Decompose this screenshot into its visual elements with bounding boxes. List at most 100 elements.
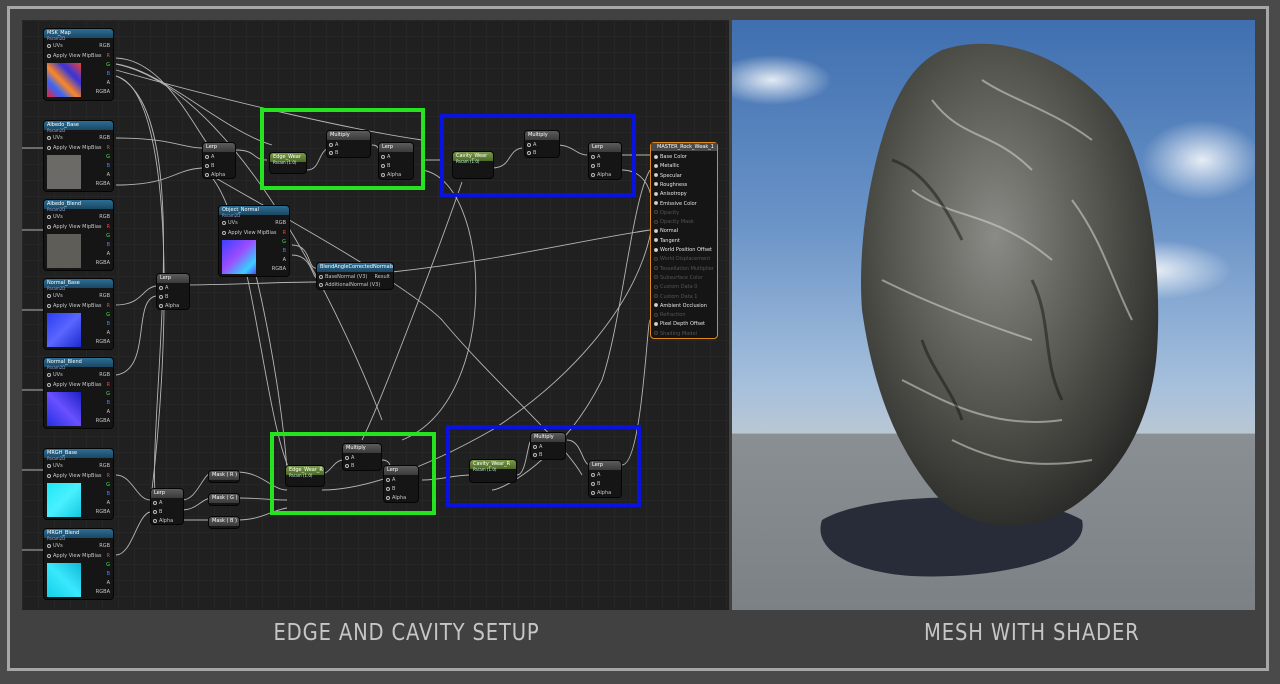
lerp-node-top-edge[interactable]: Lerp A B Alpha [378, 142, 414, 180]
material-output-node[interactable]: MASTER_Rock_Weak_1 Base Color Metallic Spe… [650, 142, 718, 339]
b-input[interactable]: B [205, 163, 214, 169]
a-pin[interactable]: A [107, 330, 110, 336]
b-input[interactable]: B [386, 486, 395, 492]
b-input[interactable]: B [153, 509, 162, 515]
mipbias-pin[interactable]: Apply View MipBias [47, 303, 102, 309]
material-input-pin[interactable]: Base Color [654, 154, 687, 160]
b-input[interactable]: B [527, 150, 536, 156]
a-pin[interactable]: A [107, 251, 110, 257]
a-pin[interactable]: A [107, 172, 110, 178]
material-input-pin[interactable]: Custom Data 0 [654, 284, 697, 290]
multiply-node-top-cavity[interactable]: Multiply A B [524, 130, 560, 158]
uvs-pin[interactable]: UVs [47, 43, 63, 49]
cavity-wear-r-param[interactable]: Cavity_Wear_R Param (1.0) [469, 459, 517, 483]
material-input-pin[interactable]: Opacity Mask [654, 219, 694, 225]
a-pin[interactable]: A [107, 500, 110, 506]
material-input-pin[interactable]: Tessellation Multiplier [654, 266, 714, 272]
mask-r-node[interactable]: Mask ( R ) [208, 470, 240, 483]
rgb-pin[interactable]: RGB [275, 220, 286, 226]
mipbias-pin[interactable]: Apply View MipBias [47, 553, 102, 559]
alpha-input[interactable]: Alpha [205, 172, 225, 178]
alpha-input[interactable]: Alpha [591, 490, 611, 496]
uvs-pin[interactable]: UVs [47, 543, 63, 549]
g-pin[interactable]: G [106, 233, 110, 239]
material-input-pin[interactable]: Metallic [654, 163, 679, 169]
b-input[interactable]: B [533, 452, 542, 458]
material-node-graph[interactable]: MSK_Map Param2D UVs Apply View MipBias R… [22, 20, 729, 610]
rgba-pin[interactable]: RGBA [96, 89, 110, 95]
mipbias-pin[interactable]: Apply View MipBias [47, 224, 102, 230]
lerp-node-albedo[interactable]: Lerp A B Alpha [202, 142, 236, 179]
mesh-preview-viewport[interactable] [732, 20, 1255, 610]
texture-node-normal-blend[interactable]: Normal_Blend Param2D UVs Apply View MipB… [43, 357, 114, 429]
g-pin[interactable]: G [106, 562, 110, 568]
rgb-pin[interactable]: RGB [99, 293, 110, 299]
texture-node-msk-map[interactable]: MSK_Map Param2D UVs Apply View MipBias R… [43, 28, 114, 101]
mask-g-node[interactable]: Mask ( G ) [208, 493, 240, 506]
g-pin[interactable]: G [106, 154, 110, 160]
b-pin[interactable]: B [107, 400, 110, 406]
mipbias-pin[interactable]: Apply View MipBias [47, 145, 102, 151]
g-pin[interactable]: G [106, 312, 110, 318]
b-input[interactable]: B [159, 294, 168, 300]
material-input-pin[interactable]: Roughness [654, 182, 687, 188]
r-pin[interactable]: R [107, 224, 110, 230]
a-input[interactable]: A [381, 154, 390, 160]
a-pin[interactable]: A [107, 80, 110, 86]
g-pin[interactable]: G [282, 239, 286, 245]
mipbias-pin[interactable]: Apply View MipBias [222, 230, 277, 236]
rgb-pin[interactable]: RGB [99, 463, 110, 469]
a-input[interactable]: A [386, 477, 395, 483]
texture-node-mrgh-blend[interactable]: MRGH_Blend Param2D UVs Apply View MipBia… [43, 528, 114, 600]
edge-wear-param[interactable]: Edge_Wear Param (1.0) [269, 152, 307, 174]
rgb-pin[interactable]: RGB [99, 214, 110, 220]
material-input-pin[interactable]: Ambient Occlusion [654, 303, 707, 309]
uvs-pin[interactable]: UVs [47, 463, 63, 469]
material-input-pin[interactable]: Refraction [654, 312, 686, 318]
a-input[interactable]: A [153, 500, 162, 506]
a-pin[interactable]: A [283, 257, 286, 263]
material-input-pin[interactable]: Subsurface Color [654, 275, 703, 281]
uvs-pin[interactable]: UVs [222, 220, 238, 226]
rgba-pin[interactable]: RGBA [96, 339, 110, 345]
blend-angle-corrected-normals-node[interactable]: BlendAngleCorrectedNormals BaseNormal (V… [316, 262, 394, 290]
base-normal-input[interactable]: BaseNormal (V3) [319, 274, 367, 280]
b-pin[interactable]: B [107, 242, 110, 248]
material-input-pin[interactable]: Anisotropy [654, 191, 687, 197]
alpha-input[interactable]: Alpha [153, 518, 173, 524]
texture-node-albedo-blend[interactable]: Albedo_Blend Param2D UVs Apply View MipB… [43, 199, 114, 271]
a-input[interactable]: A [533, 444, 542, 450]
uvs-pin[interactable]: UVs [47, 135, 63, 141]
texture-node-mrgh-base[interactable]: MRGH_Base Param2D UVs Apply View MipBias… [43, 448, 114, 520]
b-input[interactable]: B [591, 481, 600, 487]
a-input[interactable]: A [205, 154, 214, 160]
edge-wear-r-param[interactable]: Edge_Wear_R Param (1.0) [285, 465, 325, 487]
multiply-node-top-edge[interactable]: Multiply A B [326, 130, 371, 158]
r-pin[interactable]: R [107, 145, 110, 151]
material-input-pin[interactable]: World Position Offset [654, 247, 712, 253]
lerp-node-top-cavity[interactable]: Lerp A B Alpha [588, 142, 622, 180]
material-input-pin[interactable]: Normal [654, 228, 678, 234]
material-input-pin[interactable]: Custom Data 1 [654, 294, 697, 300]
alpha-input[interactable]: Alpha [386, 495, 406, 501]
b-input[interactable]: B [329, 150, 338, 156]
b-pin[interactable]: B [107, 571, 110, 577]
rgb-pin[interactable]: RGB [99, 372, 110, 378]
cavity-wear-param[interactable]: Cavity_Wear Param (1.0) [452, 151, 494, 179]
result-output[interactable]: Result [375, 274, 390, 280]
uvs-pin[interactable]: UVs [47, 372, 63, 378]
uvs-pin[interactable]: UVs [47, 214, 63, 220]
rgba-pin[interactable]: RGBA [272, 266, 286, 272]
additional-normal-input[interactable]: AdditionalNormal (V3) [319, 282, 380, 288]
r-pin[interactable]: R [107, 53, 110, 59]
a-input[interactable]: A [591, 154, 600, 160]
rgba-pin[interactable]: RGBA [96, 589, 110, 595]
texture-node-albedo-base[interactable]: Albedo_Base Param2D UVs Apply View MipBi… [43, 120, 114, 192]
b-input[interactable]: B [591, 163, 600, 169]
alpha-input[interactable]: Alpha [159, 303, 179, 309]
multiply-node-bottom-edge[interactable]: Multiply A B [342, 443, 382, 471]
r-pin[interactable]: R [107, 553, 110, 559]
a-input[interactable]: A [345, 455, 354, 461]
mipbias-pin[interactable]: Apply View MipBias [47, 53, 102, 59]
g-pin[interactable]: G [106, 391, 110, 397]
